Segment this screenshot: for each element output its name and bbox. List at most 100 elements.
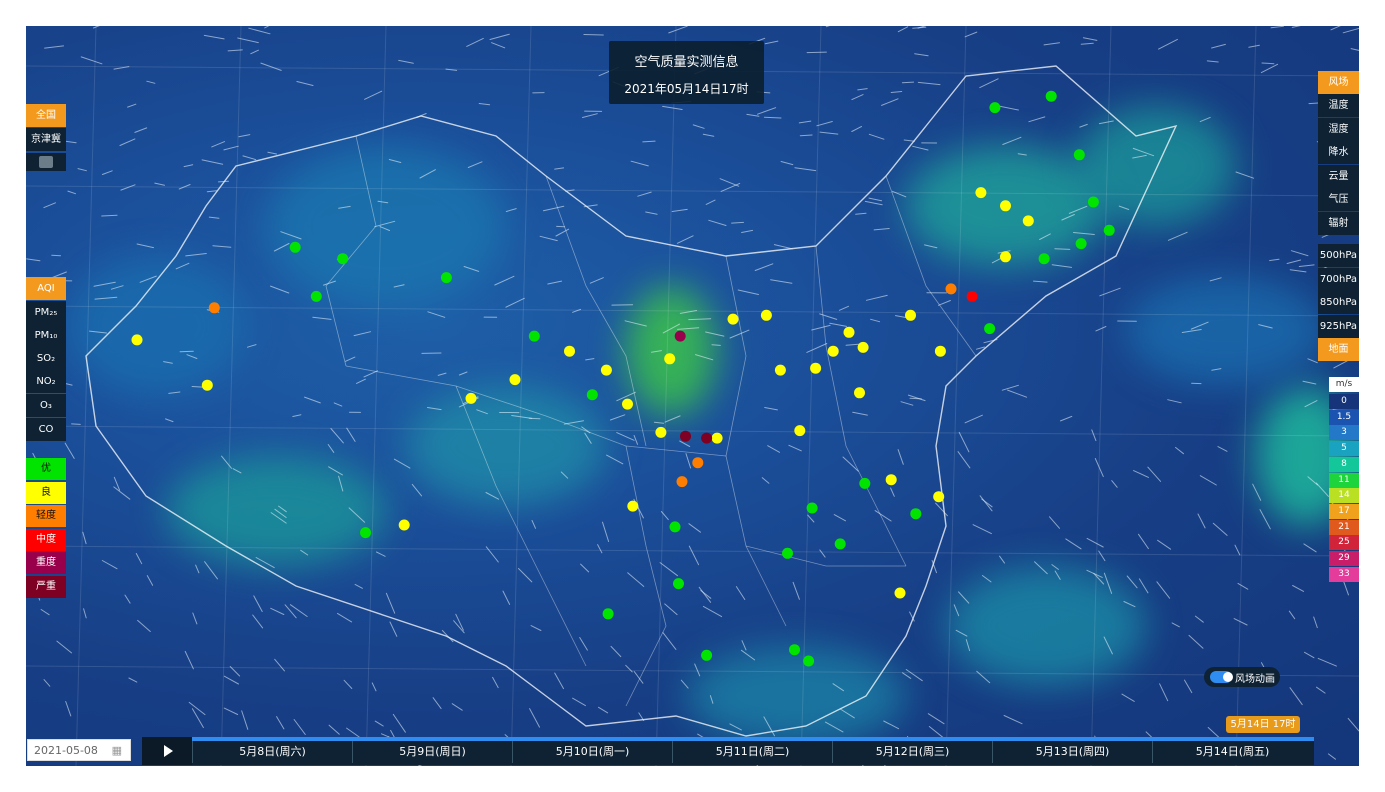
- station-marker[interactable]: [1045, 90, 1057, 102]
- timeline-day[interactable]: 5月11日(周二): [672, 741, 832, 763]
- station-marker[interactable]: [789, 644, 800, 656]
- calendar-icon[interactable]: ▦: [112, 740, 122, 762]
- station-marker[interactable]: [586, 389, 598, 401]
- station-marker[interactable]: [843, 326, 855, 338]
- station-marker[interactable]: [894, 587, 906, 599]
- date-picker-input[interactable]: 2021-05-08 ▦: [27, 739, 131, 761]
- layer-button-humidity[interactable]: 湿度: [1318, 118, 1359, 141]
- map-canvas[interactable]: 空气质量实测信息 2021年05月14日17时 全国 京津冀 AQI PM₂₅ …: [26, 26, 1359, 766]
- station-marker[interactable]: [933, 491, 945, 503]
- station-marker[interactable]: [337, 253, 349, 265]
- station-marker[interactable]: [727, 313, 739, 325]
- station-marker[interactable]: [975, 187, 987, 199]
- station-marker[interactable]: [910, 508, 922, 520]
- play-button[interactable]: [142, 737, 192, 765]
- station-marker[interactable]: [701, 432, 713, 444]
- station-marker[interactable]: [669, 521, 681, 533]
- station-marker[interactable]: [806, 502, 818, 514]
- timeline-day[interactable]: 5月14日(周五): [1152, 741, 1312, 763]
- timeline-day[interactable]: 5月13日(周四): [992, 741, 1152, 763]
- station-marker[interactable]: [627, 500, 639, 512]
- station-marker[interactable]: [854, 387, 865, 399]
- station-marker[interactable]: [600, 364, 612, 376]
- station-marker[interactable]: [1073, 149, 1085, 161]
- wind-animation-toggle[interactable]: 风场动画: [1204, 667, 1280, 687]
- station-marker[interactable]: [984, 323, 996, 335]
- station-marker[interactable]: [1075, 238, 1087, 250]
- pollutant-button-so2[interactable]: SO₂: [26, 347, 66, 370]
- station-marker[interactable]: [794, 425, 806, 437]
- level-button-700hpa[interactable]: 700hPa: [1318, 268, 1359, 291]
- station-marker[interactable]: [674, 330, 686, 342]
- layer-button-cloud[interactable]: 云量: [1318, 165, 1359, 188]
- station-marker[interactable]: [989, 102, 1001, 114]
- station-marker[interactable]: [803, 655, 815, 667]
- station-marker[interactable]: [827, 345, 839, 357]
- station-marker[interactable]: [509, 374, 521, 386]
- timeline-day[interactable]: 5月10日(周一): [512, 741, 672, 763]
- timeline-bar[interactable]: 5月8日(周六) 5月9日(周日) 5月10日(周一) 5月11日(周二) 5月12日(…: [142, 737, 1314, 765]
- station-marker[interactable]: [760, 309, 772, 321]
- station-marker[interactable]: [398, 519, 410, 531]
- pollutant-button-pm10[interactable]: PM₁₀: [26, 324, 66, 347]
- station-marker[interactable]: [966, 290, 978, 302]
- station-marker[interactable]: [201, 379, 213, 391]
- toggle-switch[interactable]: [1210, 671, 1233, 683]
- station-marker[interactable]: [905, 309, 916, 321]
- level-button-850hpa[interactable]: 850hPa: [1318, 291, 1359, 314]
- pollutant-button-o3[interactable]: O₃: [26, 394, 66, 417]
- station-marker[interactable]: [834, 538, 846, 550]
- timeline-day[interactable]: 5月8日(周六): [192, 741, 352, 763]
- pollutant-button-co[interactable]: CO: [26, 418, 66, 441]
- station-marker[interactable]: [774, 364, 786, 376]
- layer-button-pressure[interactable]: 气压: [1318, 188, 1359, 211]
- station-marker[interactable]: [711, 432, 723, 444]
- layer-button-wind[interactable]: 风场: [1318, 71, 1359, 94]
- station-marker[interactable]: [1038, 253, 1050, 265]
- station-marker[interactable]: [465, 392, 477, 404]
- station-marker[interactable]: [564, 345, 575, 357]
- station-marker[interactable]: [664, 353, 676, 365]
- region-toggle-handle[interactable]: [26, 153, 66, 171]
- level-button-500hpa[interactable]: 500hPa: [1318, 244, 1359, 267]
- station-marker[interactable]: [602, 608, 614, 620]
- station-marker[interactable]: [857, 341, 869, 353]
- station-marker[interactable]: [810, 362, 822, 374]
- region-button-all[interactable]: 全国: [26, 104, 66, 127]
- station-marker[interactable]: [934, 345, 946, 357]
- station-marker[interactable]: [701, 649, 713, 661]
- station-marker[interactable]: [680, 430, 691, 442]
- station-marker[interactable]: [945, 283, 957, 295]
- layer-button-radiation[interactable]: 辐射: [1318, 212, 1359, 235]
- region-button-jingjinji[interactable]: 京津冀: [26, 128, 66, 151]
- pollutant-button-aqi[interactable]: AQI: [26, 277, 66, 300]
- station-marker[interactable]: [131, 334, 143, 346]
- station-marker[interactable]: [655, 426, 667, 438]
- layer-button-temperature[interactable]: 温度: [1318, 94, 1359, 117]
- timeline-day[interactable]: 5月12日(周三): [832, 741, 992, 763]
- station-marker[interactable]: [360, 527, 371, 539]
- level-button-surface[interactable]: 地面: [1318, 338, 1359, 361]
- station-marker[interactable]: [692, 457, 704, 469]
- layer-button-precipitation[interactable]: 降水: [1318, 141, 1359, 164]
- station-marker[interactable]: [440, 272, 452, 284]
- level-button-925hpa[interactable]: 925hPa: [1318, 315, 1359, 338]
- pollutant-button-no2[interactable]: NO₂: [26, 370, 66, 393]
- station-marker[interactable]: [885, 474, 897, 486]
- station-marker[interactable]: [289, 241, 301, 253]
- station-marker[interactable]: [1103, 224, 1115, 236]
- station-marker[interactable]: [1000, 200, 1011, 212]
- station-marker[interactable]: [676, 476, 688, 488]
- station-marker[interactable]: [1000, 251, 1011, 263]
- station-marker[interactable]: [1087, 196, 1099, 208]
- station-marker[interactable]: [1022, 215, 1034, 227]
- timeline-day[interactable]: 5月9日(周日): [352, 741, 512, 763]
- station-marker[interactable]: [310, 290, 322, 302]
- station-marker[interactable]: [622, 398, 633, 410]
- station-marker[interactable]: [782, 547, 793, 559]
- pollutant-button-pm25[interactable]: PM₂₅: [26, 301, 66, 324]
- station-marker[interactable]: [673, 578, 684, 590]
- station-marker[interactable]: [859, 477, 871, 489]
- station-marker[interactable]: [208, 302, 220, 314]
- station-marker[interactable]: [528, 330, 540, 342]
